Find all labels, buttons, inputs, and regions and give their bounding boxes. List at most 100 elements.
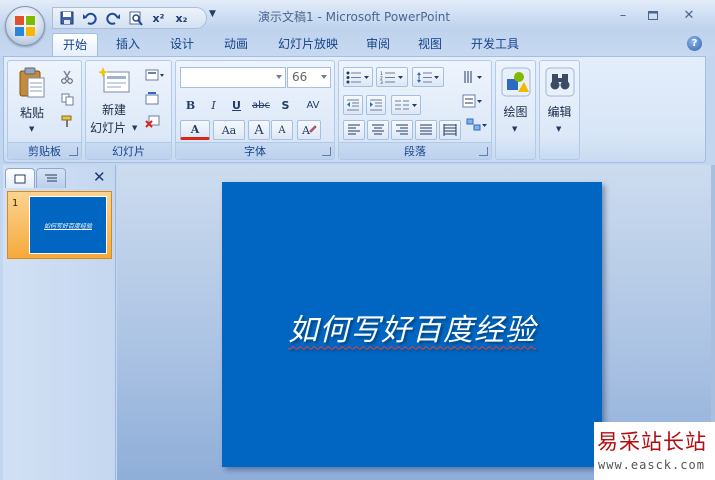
- increase-indent-icon[interactable]: [366, 95, 386, 115]
- customize-toolbar-icon[interactable]: ▼: [209, 9, 216, 19]
- close-icon[interactable]: ✕: [676, 6, 702, 24]
- office-logo-icon: [15, 16, 35, 36]
- bold-button[interactable]: B: [180, 95, 201, 115]
- new-slide-button[interactable]: 新建 幻灯片 ▼: [89, 64, 139, 139]
- tab-design[interactable]: 设计: [162, 33, 202, 57]
- editing-label: 编辑: [547, 105, 572, 119]
- reset-slide-icon[interactable]: [142, 88, 162, 108]
- text-direction-icon[interactable]: [459, 67, 487, 87]
- smartart-convert-icon[interactable]: [463, 115, 491, 135]
- svg-text:A: A: [301, 124, 311, 137]
- align-right-icon[interactable]: [391, 120, 413, 140]
- subscript-icon[interactable]: x₂: [172, 9, 191, 27]
- paragraph-group: 123 段落: [338, 60, 492, 160]
- maximize-icon[interactable]: [640, 6, 666, 24]
- character-spacing-button[interactable]: AV: [298, 95, 328, 115]
- align-center-icon[interactable]: [367, 120, 389, 140]
- columns-icon[interactable]: [391, 95, 421, 115]
- print-preview-icon[interactable]: [126, 9, 145, 27]
- slides-pane: ✕ 1 如何写好百度经验: [3, 165, 116, 480]
- delete-slide-icon[interactable]: [142, 111, 162, 131]
- save-icon[interactable]: [57, 9, 76, 27]
- redo-icon[interactable]: [103, 9, 122, 27]
- quick-access-toolbar: x² x₂: [52, 7, 207, 29]
- shrink-font-button[interactable]: A: [271, 120, 293, 140]
- grow-font-button[interactable]: A: [248, 120, 270, 140]
- new-slide-dropdown-icon: ▼: [132, 124, 138, 132]
- clear-formatting-icon[interactable]: A: [297, 120, 321, 140]
- tab-animations[interactable]: 动画: [216, 33, 256, 57]
- title-bar: x² x₂ ▼ 演示文稿1 - Microsoft PowerPoint – ✕: [0, 0, 715, 30]
- layout-icon[interactable]: [142, 65, 168, 85]
- align-left-icon[interactable]: [343, 120, 365, 140]
- superscript-icon[interactable]: x²: [149, 9, 168, 27]
- undo-icon[interactable]: [80, 9, 99, 27]
- watermark-text: 易采站长站: [597, 430, 707, 454]
- new-slide-label-line2: 幻灯片: [89, 121, 126, 135]
- pane-close-icon[interactable]: ✕: [93, 168, 106, 186]
- clipboard-group: 粘贴 ▼ 剪贴板: [7, 60, 82, 160]
- slide-thumbnail-number: 1: [12, 198, 19, 209]
- numbering-icon[interactable]: 123: [376, 67, 408, 87]
- minimize-icon[interactable]: –: [610, 6, 636, 24]
- format-painter-icon[interactable]: [58, 111, 76, 131]
- slide-thumbnail-1[interactable]: 1 如何写好百度经验: [7, 191, 112, 259]
- slide-canvas[interactable]: 如何写好百度经验: [222, 182, 602, 467]
- cut-icon[interactable]: [58, 67, 76, 87]
- shapes-icon: [501, 67, 531, 97]
- align-text-icon[interactable]: [459, 91, 487, 111]
- ribbon-tab-bar: 开始 插入 设计 动画 幻灯片放映 审阅 视图 开发工具: [0, 30, 715, 57]
- tab-insert[interactable]: 插入: [108, 33, 148, 57]
- editing-button[interactable]: 编辑 ▼: [540, 61, 579, 159]
- paste-button[interactable]: 粘贴 ▼: [12, 65, 52, 137]
- slides-tab-icon[interactable]: [5, 168, 35, 188]
- window-title: 演示文稿1 - Microsoft PowerPoint: [258, 10, 451, 24]
- font-size-combo[interactable]: 66: [287, 67, 331, 88]
- ribbon: 粘贴 ▼ 剪贴板 新建 幻灯片 ▼ 幻灯片 66 B I U abc S AV …: [3, 56, 706, 163]
- italic-button[interactable]: I: [203, 95, 224, 115]
- watermark-url: www.easck.com: [598, 458, 705, 472]
- decrease-indent-icon[interactable]: [343, 95, 363, 115]
- font-group: 66 B I U abc S AV A Aa A A A 字体: [175, 60, 335, 160]
- new-slide-icon: [98, 67, 130, 93]
- slide-title-text[interactable]: 如何写好百度经验: [288, 305, 536, 349]
- tab-review[interactable]: 审阅: [358, 33, 398, 57]
- tab-home[interactable]: 开始: [52, 33, 98, 57]
- new-slide-label-line1: 新建: [101, 103, 126, 117]
- paste-icon: [19, 67, 45, 98]
- slide-thumbnail-title: 如何写好百度经验: [43, 222, 92, 230]
- drawing-button[interactable]: 绘图 ▼: [496, 61, 535, 159]
- clipboard-dialog-launcher[interactable]: [69, 147, 78, 156]
- paste-dropdown-icon: ▼: [29, 125, 35, 133]
- font-name-dropdown-icon: [276, 75, 282, 79]
- copy-icon[interactable]: [58, 89, 76, 109]
- slides-group-label: 幻灯片: [86, 142, 171, 159]
- line-spacing-icon[interactable]: [412, 67, 444, 87]
- tab-slide-show[interactable]: 幻灯片放映: [270, 33, 346, 57]
- site-watermark: 易采站长站 www.easck.com: [594, 422, 715, 480]
- help-icon[interactable]: ?: [687, 36, 702, 51]
- slide-thumbnail-preview: 如何写好百度经验: [29, 196, 107, 254]
- underline-button[interactable]: U: [226, 95, 247, 115]
- justify-icon[interactable]: [415, 120, 437, 140]
- strikethrough-button[interactable]: abc: [249, 95, 273, 115]
- editing-group: 编辑 ▼: [539, 60, 580, 160]
- paste-label: 粘贴: [19, 106, 44, 120]
- tab-view[interactable]: 视图: [410, 33, 450, 57]
- editing-dropdown-icon: ▼: [556, 125, 562, 133]
- change-case-button[interactable]: Aa: [213, 120, 245, 140]
- paragraph-dialog-launcher[interactable]: [479, 147, 488, 156]
- office-button[interactable]: [5, 6, 45, 46]
- distributed-icon[interactable]: [439, 120, 461, 140]
- text-shadow-button[interactable]: S: [275, 95, 296, 115]
- drawing-group: 绘图 ▼: [495, 60, 536, 160]
- font-name-combo[interactable]: [180, 67, 286, 88]
- bullets-icon[interactable]: [343, 67, 373, 87]
- slides-group: 新建 幻灯片 ▼ 幻灯片: [85, 60, 172, 160]
- font-group-label: 字体: [176, 142, 334, 159]
- outline-tab-icon[interactable]: [36, 168, 66, 188]
- font-dialog-launcher[interactable]: [322, 147, 331, 156]
- font-size-value: 66: [292, 70, 308, 84]
- font-color-button[interactable]: A: [180, 120, 210, 140]
- tab-developer[interactable]: 开发工具: [462, 33, 528, 57]
